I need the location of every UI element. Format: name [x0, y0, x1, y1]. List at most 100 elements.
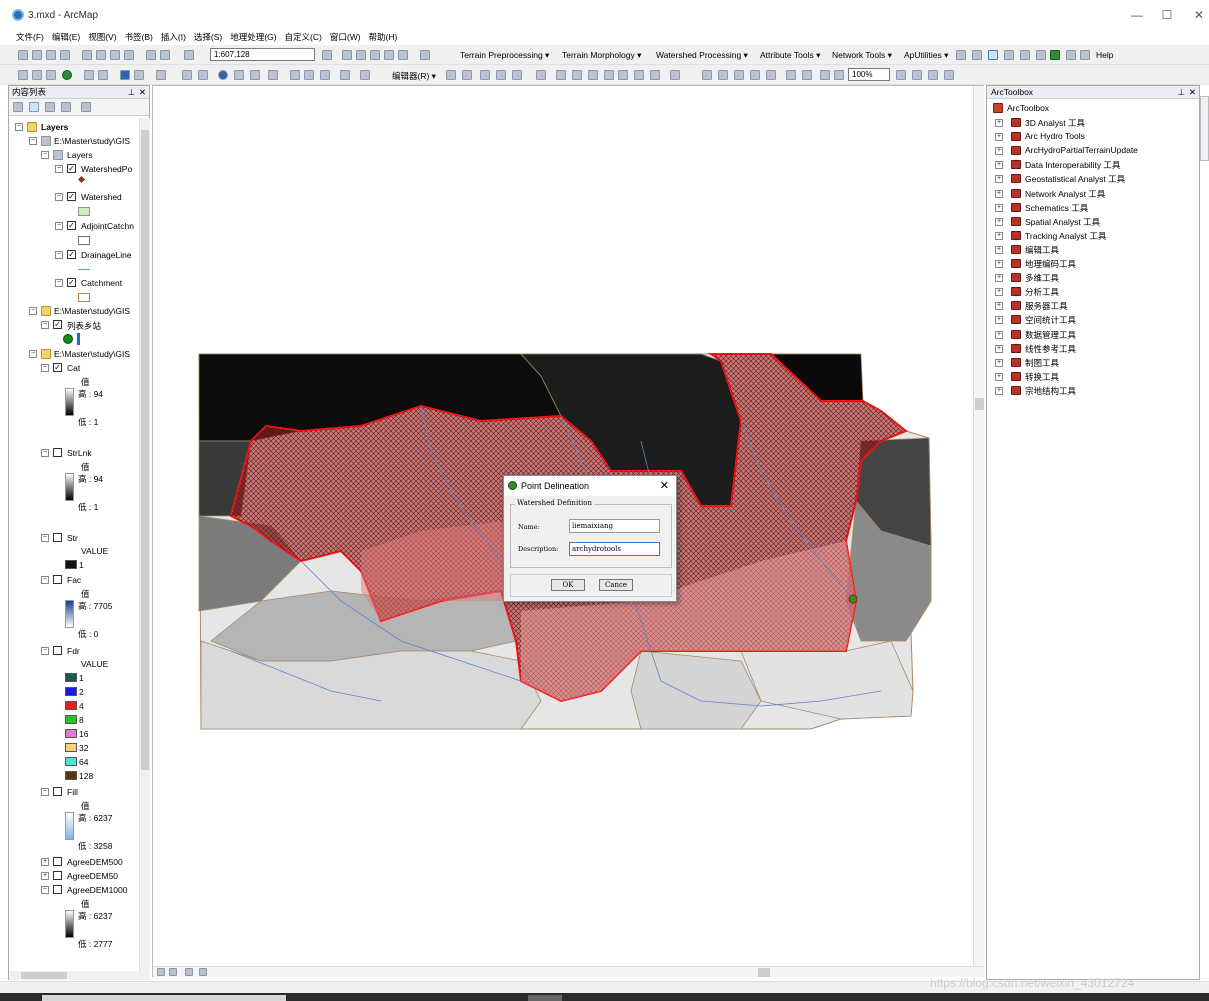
- menu-terrain-morphology[interactable]: Terrain Morphology ▾: [562, 50, 641, 61]
- layer-checkbox[interactable]: [53, 857, 62, 866]
- html-popup-icon[interactable]: [250, 70, 260, 80]
- toc-item[interactable]: DrainageLine: [81, 250, 132, 260]
- toc-item[interactable]: Layers: [67, 150, 93, 160]
- edit-vertices-icon[interactable]: [556, 70, 566, 80]
- select-elements-icon[interactable]: [198, 70, 208, 80]
- layer-checkbox[interactable]: [53, 646, 62, 655]
- paste-icon[interactable]: [110, 50, 120, 60]
- maximize-button[interactable]: ☐: [1158, 8, 1176, 22]
- full-extent-icon[interactable]: [62, 70, 72, 80]
- zoom-whole-page-icon[interactable]: [750, 70, 760, 80]
- editor-toolbar-icon[interactable]: [322, 50, 332, 60]
- point-delineation-icon[interactable]: [988, 50, 998, 60]
- pour-point[interactable]: [848, 594, 858, 604]
- hydro-tool-icon[interactable]: [956, 50, 966, 60]
- map-vertical-scrollbar[interactable]: [973, 86, 984, 966]
- taskbar-app[interactable]: [42, 995, 286, 1001]
- expand-icon[interactable]: +: [995, 260, 1003, 268]
- data-driven-pages-icon[interactable]: [944, 70, 954, 80]
- reshape-icon[interactable]: [572, 70, 582, 80]
- toc-window-icon[interactable]: [342, 50, 352, 60]
- select-features-icon[interactable]: [156, 70, 166, 80]
- edit-tool-icon[interactable]: [446, 70, 456, 80]
- fixed-zoom-in-icon[interactable]: [84, 70, 94, 80]
- layer-checkbox[interactable]: ✓: [67, 164, 76, 173]
- collapse-icon[interactable]: −: [55, 193, 63, 201]
- layer-checkbox[interactable]: ✓: [67, 192, 76, 201]
- expand-icon[interactable]: +: [995, 175, 1003, 184]
- expand-icon[interactable]: +: [995, 231, 1003, 240]
- layer-checkbox[interactable]: [53, 448, 62, 457]
- layout-zoom-select[interactable]: 100%: [848, 68, 890, 81]
- toc-options-icon[interactable]: [81, 102, 91, 112]
- python-window-icon[interactable]: [398, 50, 408, 60]
- toolbox-item[interactable]: + 地理编码工具: [993, 258, 1193, 270]
- collapse-icon[interactable]: −: [55, 165, 63, 173]
- toc-item[interactable]: Watershed: [81, 192, 122, 202]
- toc-item[interactable]: 列表乡站: [67, 320, 101, 332]
- expand-icon[interactable]: +: [995, 245, 1003, 254]
- map-horizontal-scrollbar[interactable]: [153, 966, 984, 977]
- minimize-button[interactable]: —: [1128, 8, 1146, 22]
- collapse-icon[interactable]: −: [41, 886, 49, 894]
- toolbox-item[interactable]: + 转换工具: [993, 371, 1193, 383]
- toc-item[interactable]: Str: [67, 533, 78, 543]
- flow-path-icon[interactable]: [972, 50, 982, 60]
- find-icon[interactable]: [290, 70, 300, 80]
- forward-extent-icon[interactable]: [134, 70, 144, 80]
- menu-view[interactable]: 视图(V): [84, 30, 120, 44]
- expand-icon[interactable]: +: [995, 372, 1003, 381]
- layer-checkbox[interactable]: [53, 533, 62, 542]
- copy-icon[interactable]: [96, 50, 106, 60]
- collapse-icon[interactable]: −: [41, 151, 49, 159]
- delete-icon[interactable]: [124, 50, 134, 60]
- help-menu[interactable]: Help: [1096, 50, 1113, 60]
- open-icon[interactable]: [32, 50, 42, 60]
- toc-item[interactable]: Cat: [67, 363, 80, 373]
- viewer-icon[interactable]: [360, 70, 370, 80]
- toc-horizontal-scrollbar[interactable]: [9, 971, 150, 980]
- zoom-in-icon[interactable]: [18, 70, 28, 80]
- point-edit-icon[interactable]: [536, 70, 546, 80]
- split-icon[interactable]: [604, 70, 614, 80]
- globe-icon[interactable]: [1050, 50, 1060, 60]
- pause-icon[interactable]: [199, 968, 207, 976]
- layer-checkbox[interactable]: ✓: [67, 250, 76, 259]
- expand-icon[interactable]: +: [995, 203, 1003, 212]
- layer-checkbox[interactable]: ✓: [53, 363, 62, 372]
- trace-icon[interactable]: [1004, 50, 1014, 60]
- toolbox-item[interactable]: + 制图工具: [993, 357, 1193, 369]
- collapse-icon[interactable]: −: [29, 307, 37, 315]
- pan-icon[interactable]: [46, 70, 56, 80]
- redo-icon[interactable]: [160, 50, 170, 60]
- toggle-draft-icon[interactable]: [896, 70, 906, 80]
- list-by-visibility-icon[interactable]: [45, 102, 55, 112]
- toolbox-item[interactable]: + Spatial Analyst 工具: [993, 216, 1193, 228]
- menu-customize[interactable]: 自定义(C): [281, 30, 326, 44]
- toolbox-item[interactable]: + 空间统计工具: [993, 314, 1193, 326]
- toc-item[interactable]: AgreeDEM500: [67, 857, 123, 867]
- menu-windows[interactable]: 窗口(W): [326, 30, 365, 44]
- cut-icon[interactable]: [82, 50, 92, 60]
- toolbox-item[interactable]: + Schematics 工具: [993, 202, 1193, 214]
- menu-file[interactable]: 文件(F): [12, 30, 48, 44]
- expand-icon[interactable]: −: [41, 788, 49, 796]
- collapse-icon[interactable]: −: [41, 321, 49, 329]
- expand-icon[interactable]: +: [995, 330, 1003, 339]
- layout-zoom-out-icon[interactable]: [718, 70, 728, 80]
- menu-terrain-preprocessing[interactable]: Terrain Preprocessing ▾: [460, 50, 549, 61]
- expand-icon[interactable]: +: [995, 217, 1003, 226]
- layout-fixed-zoom-out-icon[interactable]: [802, 70, 812, 80]
- print-icon[interactable]: [60, 50, 70, 60]
- end-point-arc-icon[interactable]: [496, 70, 506, 80]
- expand-icon[interactable]: −: [41, 647, 49, 655]
- rotate-icon[interactable]: [618, 70, 628, 80]
- modelbuilder-icon[interactable]: [420, 50, 430, 60]
- back-extent-icon[interactable]: [120, 70, 130, 80]
- menu-selection[interactable]: 选择(S): [190, 30, 226, 44]
- toolbox-item[interactable]: + 编辑工具: [993, 244, 1193, 256]
- search-window-icon[interactable]: [370, 50, 380, 60]
- expand-icon[interactable]: +: [995, 274, 1003, 283]
- toc-close-icon[interactable]: ✕: [139, 86, 146, 99]
- batch-point-icon[interactable]: [1020, 50, 1030, 60]
